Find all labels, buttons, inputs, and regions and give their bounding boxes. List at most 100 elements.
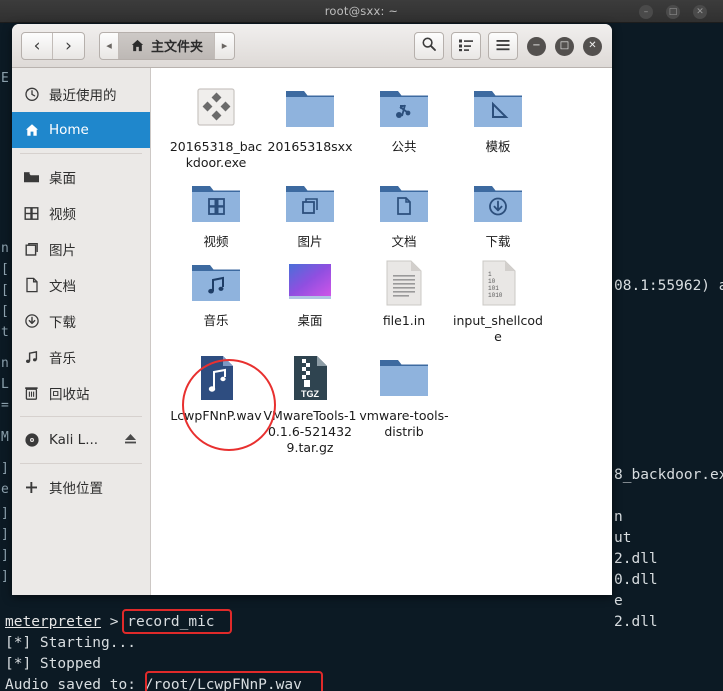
file-name-label: 20165318sxx <box>267 139 353 154</box>
terminal-line: 2.dll <box>614 551 658 567</box>
terminal-line: [*] Starting... <box>5 635 136 651</box>
terminal-left-sliver-line: E <box>1 71 9 86</box>
sidebar-item-kali-l[interactable]: Kali L... <box>12 422 150 458</box>
sidebar-item-label: 视频 <box>49 207 76 223</box>
file-name-label: 音乐 <box>203 313 229 328</box>
file-item[interactable]: LcwpFNnP.wav <box>169 351 263 456</box>
file-name-label: 图片 <box>297 234 323 249</box>
terminal-bottom-output[interactable]: meterpreter > record_mic [*] Starting...… <box>0 608 723 691</box>
sidebar-item-[interactable]: 回收站 <box>12 375 150 411</box>
folder-videos-icon <box>189 177 243 231</box>
terminal-line: 0.dll <box>614 572 658 588</box>
audio-saved-label: Audio saved to: <box>5 677 145 691</box>
file-name-label: file1.in <box>382 313 426 328</box>
sidebar-item-[interactable]: 桌面 <box>12 159 150 195</box>
folder-documents-icon <box>377 177 431 231</box>
main-menu-button[interactable] <box>488 32 518 60</box>
file-name-label: 视频 <box>203 234 229 249</box>
folder-music-icon <box>189 256 243 310</box>
terminal-title: root@sxx: ~ <box>324 4 399 18</box>
sidebar-item-[interactable]: 其他位置 <box>12 469 150 505</box>
eject-icon[interactable] <box>123 432 138 449</box>
fm-minimize-button[interactable]: − <box>527 36 546 56</box>
annotation-box-path <box>145 671 323 691</box>
svg-text:1010: 1010 <box>488 292 503 299</box>
documents-icon <box>23 277 40 294</box>
terminal-minimize-button[interactable]: – <box>639 5 653 19</box>
file-item[interactable]: 20165318sxx <box>263 82 357 171</box>
terminal-left-sliver-line: ] <box>1 527 9 542</box>
file-item[interactable]: 1 10 101 1010 input_shellcode <box>451 256 545 345</box>
sidebar-item-[interactable]: 图片 <box>12 231 150 267</box>
fm-close-button[interactable]: ✕ <box>583 36 602 56</box>
terminal-left-sliver-line: ] <box>1 548 9 563</box>
video-icon <box>23 205 40 222</box>
sidebar-item-label: 其他位置 <box>49 481 103 497</box>
file-name-label: 文档 <box>391 234 417 249</box>
file-name-label: 桌面 <box>297 313 323 328</box>
breadcrumb-scroll-left-icon[interactable]: ◂ <box>100 32 119 59</box>
file-item[interactable]: vmware-tools-distrib <box>357 351 451 456</box>
headerbar-right-tools: − □ ✕ <box>414 32 602 60</box>
terminal-left-sliver-line: e <box>1 482 9 497</box>
exe-icon <box>189 82 243 136</box>
sidebar-item-[interactable]: 最近使用的 <box>12 76 150 112</box>
sidebar-item-[interactable]: 视频 <box>12 195 150 231</box>
file-item[interactable]: 视频 <box>169 177 263 250</box>
sidebar-separator <box>20 463 142 464</box>
plus-icon <box>23 479 40 496</box>
file-item[interactable]: file1.in <box>357 256 451 345</box>
file-item[interactable]: 下载 <box>451 177 545 250</box>
terminal-left-sliver-line: ] <box>1 506 9 521</box>
folder-downloads-icon <box>471 177 525 231</box>
terminal-close-button[interactable]: ✕ <box>693 5 707 19</box>
file-grid[interactable]: 20165318_backdoor.exe 20165318sxx 公共 模板 … <box>151 68 612 595</box>
sidebar-item-label: 最近使用的 <box>49 88 117 104</box>
file-item[interactable]: 桌面 <box>263 256 357 345</box>
sidebar-item-[interactable]: 下载 <box>12 303 150 339</box>
file-item[interactable]: 模板 <box>451 82 545 171</box>
terminal-left-sliver-line: [ <box>1 283 9 298</box>
search-button[interactable] <box>414 32 444 60</box>
file-item[interactable]: TGZ VMwareTools-10.1.6-5214329.tar.gz <box>263 351 357 456</box>
fm-maximize-button[interactable]: □ <box>555 36 574 56</box>
terminal-left-sliver-line: [ <box>1 262 9 277</box>
file-name-label: 下载 <box>485 234 511 249</box>
file-name-label: LcwpFNnP.wav <box>170 408 262 423</box>
file-item[interactable]: 文档 <box>357 177 451 250</box>
file-name-label: 公共 <box>391 139 417 154</box>
file-item[interactable]: 图片 <box>263 177 357 250</box>
file-name-label: 模板 <box>485 139 511 154</box>
terminal-maximize-button[interactable]: □ <box>666 5 680 19</box>
terminal-left-sliver-line: n <box>1 356 9 371</box>
navigation-buttons: ‹ › <box>21 31 85 60</box>
breadcrumb-item-home[interactable]: 主文件夹 <box>119 32 216 59</box>
sidebar-item-[interactable]: 文档 <box>12 267 150 303</box>
file-item[interactable]: 音乐 <box>169 256 263 345</box>
sidebar-item-[interactable]: 音乐 <box>12 339 150 375</box>
breadcrumb-scroll-right-icon[interactable]: ▸ <box>215 33 234 59</box>
tgz-icon: TGZ <box>283 351 337 405</box>
terminal-line: n <box>614 509 623 525</box>
folder-templates-icon <box>471 82 525 136</box>
sidebar-item-label: 音乐 <box>49 351 76 367</box>
meterpreter-prompt: meterpreter <box>5 614 102 630</box>
view-options-button[interactable] <box>451 32 481 60</box>
disc-icon <box>23 432 40 449</box>
terminal-line: [*] Stopped <box>5 656 102 672</box>
audiofile-icon <box>189 351 243 405</box>
file-item[interactable]: 公共 <box>357 82 451 171</box>
terminal-left-sliver-line: t <box>1 325 9 340</box>
terminal-left-sliver-line: M <box>1 430 9 445</box>
sidebar-item-home[interactable]: Home <box>12 112 150 148</box>
back-button[interactable]: ‹ <box>22 32 53 59</box>
file-item[interactable]: 20165318_backdoor.exe <box>169 82 263 171</box>
terminal-line: ut <box>614 530 632 546</box>
forward-button[interactable]: › <box>53 33 84 59</box>
sidebar-item-label: Kali L... <box>49 432 99 448</box>
music-icon <box>23 349 40 366</box>
file-name-label: 20165318_backdoor.exe <box>169 139 263 170</box>
hamburger-menu-icon <box>495 37 511 56</box>
downloads-icon <box>23 313 40 330</box>
file-name-label: vmware-tools-distrib <box>359 408 449 439</box>
